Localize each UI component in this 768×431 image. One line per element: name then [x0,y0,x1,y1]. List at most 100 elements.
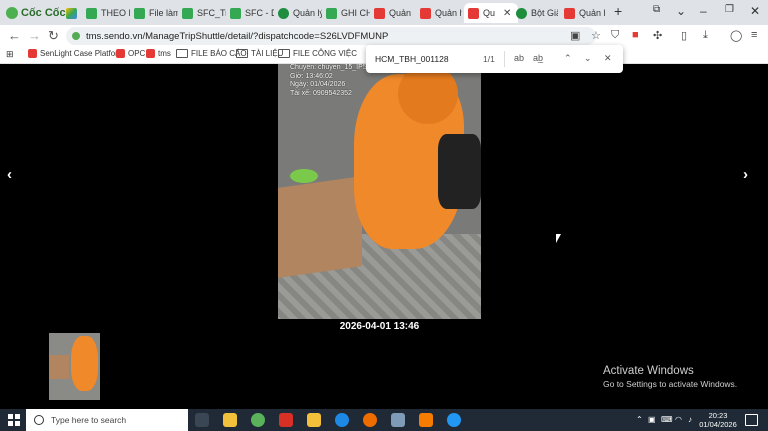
coccoc-logo-icon [6,7,18,19]
bookmark-2[interactable]: tms [146,49,171,58]
tab-9[interactable]: Bột Giặ [516,3,558,23]
close-window-icon[interactable]: ✕ [750,4,760,18]
sticky-notes-icon[interactable] [307,413,321,427]
thumbnail[interactable] [49,333,100,400]
app-grey-icon[interactable] [391,413,405,427]
coccoc-browser-icon[interactable] [251,413,265,427]
sendo-icon [564,7,575,19]
tray-chevron-icon[interactable]: ⌃ [636,415,643,424]
download-icon[interactable]: ⤓ [703,29,708,42]
back-icon[interactable]: ← [8,28,21,43]
whole-word-icon[interactable]: ab̲ [533,53,543,63]
windows-taskbar: Type here to search ⌃ ▣ ⌨ ◠ ♪ 20:23 01/0… [0,409,768,431]
sendo-icon [28,49,37,58]
shield-icon[interactable]: ⛉ [611,29,619,42]
page-icon[interactable]: ▣ [570,29,580,42]
search-icon [34,415,44,425]
match-case-icon[interactable]: ab [514,53,524,63]
screenshot-icon[interactable]: ⧉ [653,4,660,15]
tab-2[interactable]: SFC_Tr [182,3,226,23]
zalo-icon[interactable] [335,413,349,427]
volume-icon[interactable]: ♪ [688,415,692,424]
folder-icon [176,49,188,58]
tab-0[interactable]: THEO D [86,3,130,23]
chevron-down-icon[interactable]: ⌄ [676,4,686,18]
find-count: 1/1 [483,54,495,64]
delivery-photo: Chuyến: chuyen_15_IP59 Giờ: 13:46:02 Ngà… [278,64,481,319]
extension-red-icon[interactable]: ■ [632,29,639,41]
sheets-icon [230,7,241,19]
bookmark-1[interactable]: OPC [116,49,145,58]
sendo-icon [468,7,479,19]
image-viewer: Chuyến: chuyen_15_IP59 Giờ: 13:46:02 Ngà… [0,64,768,409]
sheets-icon [134,7,145,19]
tab-4[interactable]: Quản lý [278,3,322,23]
sendo-icon [420,7,431,19]
sheets-icon [182,7,193,19]
tab-5[interactable]: GHI CH [326,3,370,23]
app-circle-icon[interactable] [363,413,377,427]
bookmark-folder-1[interactable]: TÀI LIỆU [236,49,283,58]
file-explorer-icon[interactable] [223,413,237,427]
maximize-icon[interactable]: ❐ [725,4,734,15]
reload-icon[interactable]: ↻ [48,28,59,44]
previous-match-icon[interactable]: ⌃ [564,53,572,64]
sidebar-icon[interactable]: ▯ [681,29,687,42]
star-icon[interactable]: ☆ [591,29,601,42]
wifi-icon[interactable]: ◠ [675,415,682,424]
sendo-icon [146,49,155,58]
tab-7[interactable]: Quản lý [420,3,462,23]
sheets-icon [326,7,337,19]
sendo-icon [374,7,385,19]
sendo-icon [116,49,125,58]
bookmark-folder-2[interactable]: FILE CÔNG VIỆC [278,49,357,58]
sheets-icon [86,7,97,19]
new-tab-icon[interactable]: + [614,3,622,19]
bookmark-0[interactable]: SenLight Case Platfor... [28,49,124,58]
url-text[interactable]: tms.sendo.vn/ManageTripShuttle/detail/?d… [86,31,388,42]
browser-brand[interactable]: Cốc Cốc [6,5,66,21]
tab-8-active[interactable]: Qu ✕ [464,3,518,23]
grammarly-icon [278,7,289,19]
grammarly-icon [516,7,527,19]
close-tab-icon[interactable]: ✕ [503,8,511,19]
app-blue-icon[interactable] [447,413,461,427]
next-match-icon[interactable]: ⌄ [584,53,592,64]
photo-caption: 2026-04-01 13:46 [339,321,420,332]
keyboard-lang-icon[interactable]: ⌨ [661,415,673,424]
apps-grid-icon[interactable]: ⊞ [6,49,14,60]
profile-icon[interactable]: ◯ [730,29,742,42]
notification-icon[interactable] [745,414,758,426]
tab-1[interactable]: File làm [134,3,178,23]
puzzle-icon[interactable]: ✣ [653,29,662,42]
tab-strip: Cốc Cốc THEO D File làm SFC_Tr SFC - D Q… [0,0,768,25]
site-info-icon[interactable] [72,32,80,40]
tab-10[interactable]: Quản l [564,3,606,23]
minimize-icon[interactable]: – [700,4,707,18]
tab-6[interactable]: Quản l [374,3,414,23]
url-bar[interactable]: tms.sendo.vn/ManageTripShuttle/detail/?d… [66,27,596,45]
photo-stamp: Chuyến: chuyen_15_IP59 Giờ: 13:46:02 Ngà… [290,64,371,97]
forward-icon[interactable]: → [28,28,41,43]
windows-start-icon[interactable] [8,414,20,426]
next-image-icon[interactable]: › [743,166,748,183]
prev-image-icon[interactable]: ‹ [7,166,12,183]
app-orange-icon[interactable] [419,413,433,427]
brand-label: Cốc Cốc [21,7,66,19]
mouse-cursor-icon [556,234,561,243]
task-view-icon[interactable] [195,413,209,427]
menu-icon[interactable]: ≡ [751,29,757,41]
taskbar-clock[interactable]: 20:23 01/04/2026 [699,411,737,429]
folder-icon [236,49,248,58]
find-input[interactable]: HCM_TBH_001128 [375,54,449,64]
wps-office-icon[interactable] [279,413,293,427]
tray-app-icon[interactable]: ▣ [648,415,656,424]
tab-3[interactable]: SFC - D [230,3,274,23]
folder-icon [278,49,290,58]
find-bar: HCM_TBH_001128 1/1 ab ab̲ ⌃ ⌄ ✕ [366,45,623,73]
google-drive-icon[interactable] [66,3,77,23]
address-toolbar: ← → ↻ tms.sendo.vn/ManageTripShuttle/det… [0,25,768,47]
close-find-icon[interactable]: ✕ [604,53,612,64]
activate-windows-watermark: Activate Windows Go to Settings to activ… [603,365,738,389]
taskbar-search[interactable]: Type here to search [26,409,188,431]
